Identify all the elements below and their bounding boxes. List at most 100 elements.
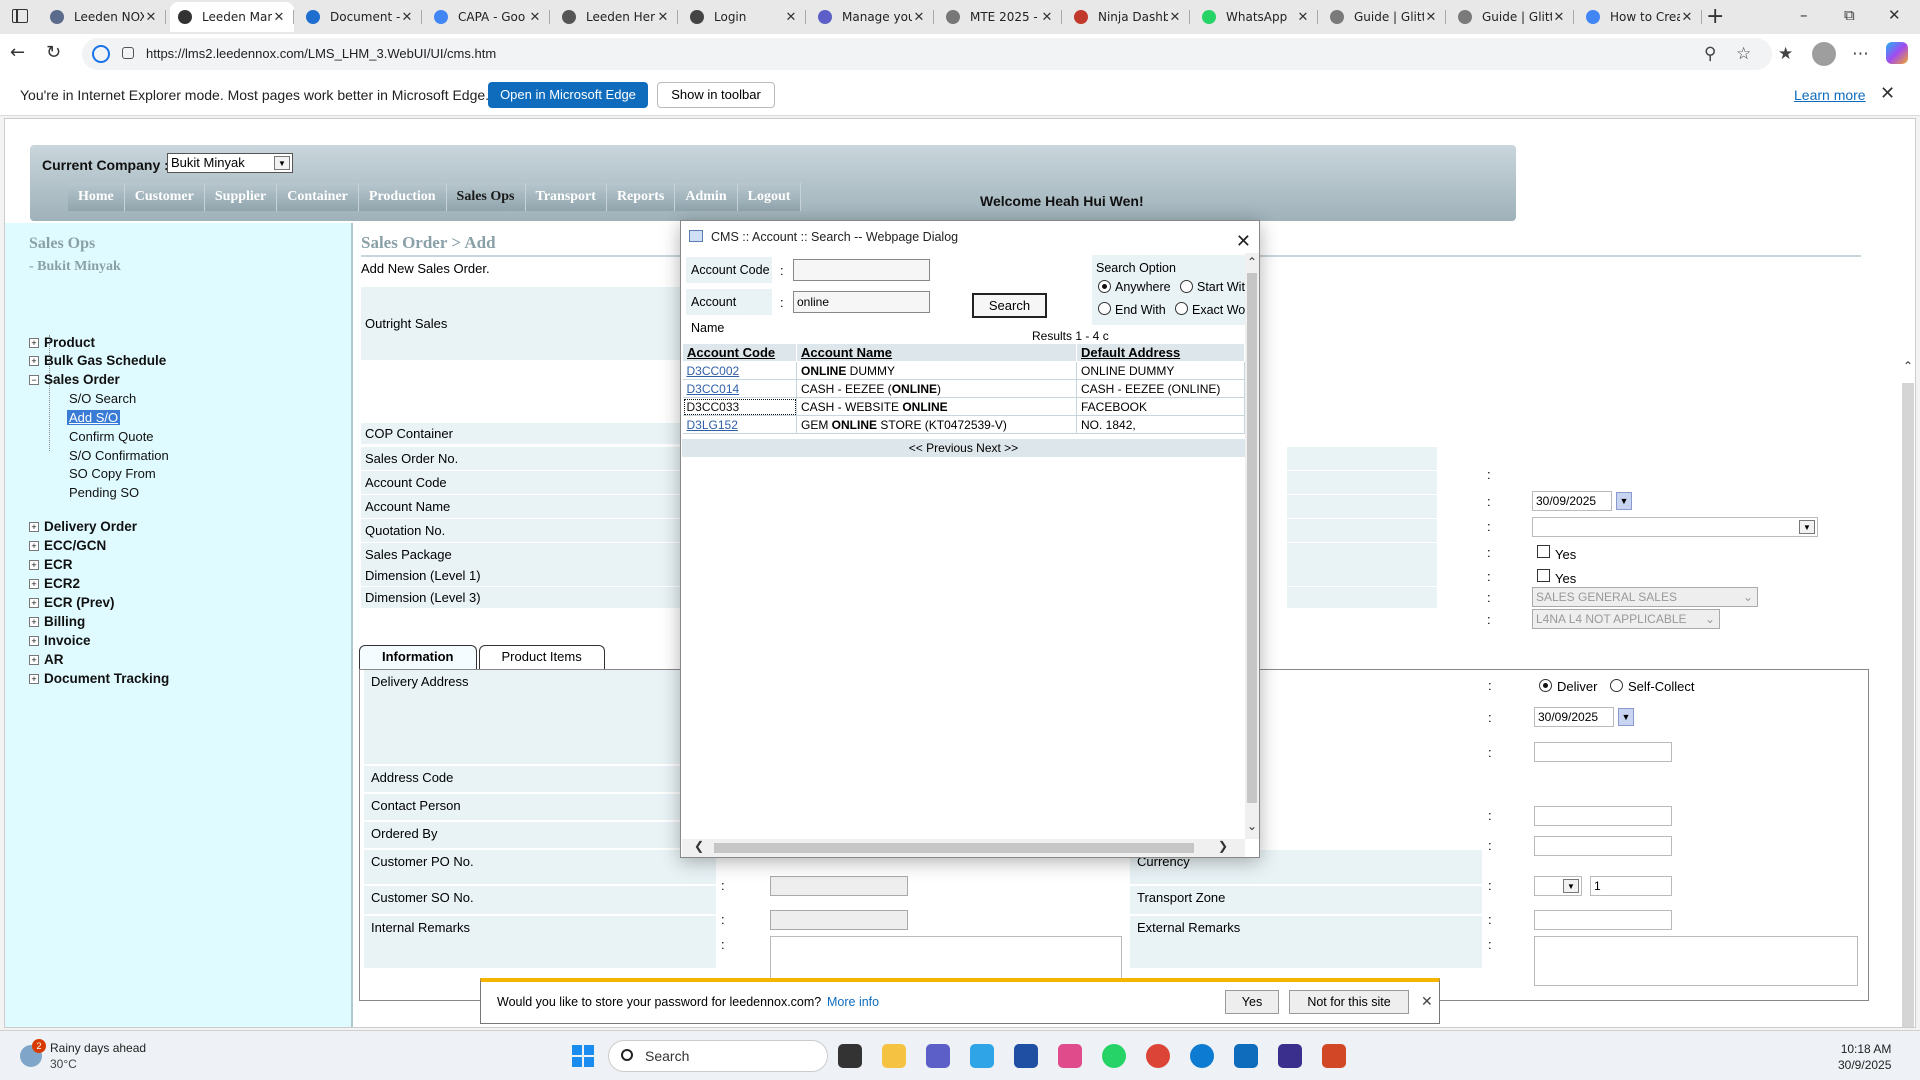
taskbar-search[interactable]: Search — [608, 1040, 828, 1072]
browser-tab[interactable]: Manage you ✕ — [810, 2, 934, 32]
start-button[interactable] — [572, 1045, 594, 1067]
dialog-horizontal-scrollbar[interactable]: ❮ ❯ — [682, 839, 1245, 857]
favorite-star-icon[interactable]: ☆ — [1736, 44, 1751, 64]
column-header-default-address[interactable]: Default Address — [1076, 343, 1245, 362]
close-tab-icon[interactable]: ✕ — [656, 10, 670, 25]
copilot-icon[interactable] — [970, 1044, 994, 1068]
company-select-value[interactable]: Bukit Minyak — [171, 155, 245, 170]
table-row[interactable]: D3CC033 CASH - WEBSITE ONLINE FACEBOOK — [682, 397, 1245, 416]
exact-word-radio[interactable] — [1175, 302, 1188, 315]
external-remarks-textarea[interactable] — [1534, 936, 1858, 986]
close-tab-icon[interactable]: ✕ — [912, 10, 926, 25]
browser-tab[interactable]: Leeden Man ✕ — [170, 2, 294, 32]
expand-icon[interactable]: + — [29, 337, 39, 348]
back-icon[interactable]: ← — [10, 42, 25, 63]
table-row[interactable]: D3CC014 CASH - EEZEE (ONLINE) CASH - EEZEE… — [682, 379, 1245, 398]
lock-icon[interactable] — [122, 47, 134, 59]
anywhere-radio[interactable] — [1098, 280, 1111, 293]
search-button[interactable]: Search — [972, 293, 1047, 318]
menu-item-container[interactable]: Container — [277, 183, 359, 211]
learn-more-link[interactable]: Learn more — [1794, 87, 1866, 103]
browser-tab-label[interactable]: Manage you — [842, 10, 912, 24]
dimension1-select[interactable]: SALES GENERAL SALES ⌄ — [1532, 587, 1758, 607]
browser-tab-label[interactable]: MTE 2025 - — [970, 10, 1040, 24]
new-tab-button[interactable]: + — [1706, 4, 1724, 29]
delivery-date-input[interactable]: 30/09/2025 — [1534, 707, 1614, 727]
scrollbar-thumb[interactable] — [714, 843, 1194, 853]
browser-tab-label[interactable]: WhatsApp — [1226, 10, 1296, 24]
browser-tab-label[interactable]: Guide | Glitt — [1482, 10, 1552, 24]
url-text[interactable]: https://lms2.leedennox.com/LMS_LHM_3.Web… — [146, 46, 496, 61]
menu-item-sales-ops[interactable]: Sales Ops — [446, 183, 526, 211]
sidebar-item-label[interactable]: ECC/GCN — [44, 538, 106, 553]
table-row[interactable]: D3LG152 GEM ONLINE STORE (KT0472539-V) NO.… — [682, 415, 1245, 434]
expand-icon[interactable]: + — [29, 635, 39, 646]
chevron-down-icon[interactable]: ▼ — [274, 156, 290, 170]
save-password-yes-button[interactable]: Yes — [1225, 990, 1279, 1014]
expand-icon[interactable]: + — [29, 578, 39, 589]
sidebar-item-label[interactable]: Sales Order — [44, 372, 120, 387]
currency-rate-input[interactable]: 1 — [1590, 876, 1672, 896]
tab-product-items[interactable]: Product Items — [478, 645, 605, 669]
collapse-icon[interactable]: − — [29, 374, 39, 385]
account-code-link[interactable]: D3CC033 — [682, 397, 797, 416]
sidebar-item-label[interactable]: Delivery Order — [44, 519, 137, 534]
calendar-dropdown-icon[interactable]: ▼ — [1616, 492, 1632, 510]
expand-icon[interactable]: + — [29, 559, 39, 570]
system-clock[interactable]: 10:18 AM 30/9/2025 — [1838, 1041, 1891, 1073]
browser-tab[interactable]: Leeden NOX ✕ — [42, 2, 166, 32]
quick-assist-icon[interactable] — [1278, 1044, 1302, 1068]
transport-zone-input[interactable] — [1534, 910, 1672, 930]
sidebar-item-label[interactable]: Document Tracking — [44, 671, 169, 686]
minimize-icon[interactable]: – — [1800, 6, 1808, 24]
company-select[interactable]: Bukit Minyak ▼ — [167, 153, 293, 173]
account-code-link[interactable]: D3CC002 — [682, 361, 797, 380]
menu-item-reports[interactable]: Reports — [606, 183, 676, 211]
order-date-input[interactable]: 30/09/2025 — [1532, 491, 1612, 511]
browser-tab-label[interactable]: Guide | Glitt — [1354, 10, 1424, 24]
browser-tab-label[interactable]: Document - — [330, 10, 400, 24]
scrollbar-thumb[interactable] — [1247, 273, 1257, 803]
expand-icon[interactable]: + — [29, 355, 39, 366]
sidebar-item[interactable]: + ECR — [29, 557, 73, 572]
close-icon[interactable]: ✕ — [1421, 993, 1433, 1010]
dimension1-value[interactable]: SALES GENERAL SALES — [1536, 590, 1677, 604]
sidebar-item-label[interactable]: AR — [44, 652, 64, 667]
column-header-account-name[interactable]: Account Name — [796, 343, 1077, 362]
menu-item-customer[interactable]: Customer — [124, 183, 205, 211]
ie-mode-icon[interactable] — [92, 45, 110, 63]
sidebar-subitem[interactable]: Add S/O — [67, 410, 121, 425]
close-window-icon[interactable]: ✕ — [1888, 6, 1901, 24]
tab-information[interactable]: Information — [359, 645, 477, 669]
sidebar-item[interactable]: + ECR (Prev) — [29, 595, 115, 610]
close-tab-icon[interactable]: ✕ — [1296, 10, 1310, 25]
sidebar-subitem[interactable]: Pending SO — [69, 485, 139, 500]
sidebar-subitem[interactable]: S/O Search — [69, 391, 136, 406]
sidebar-subitem[interactable]: S/O Confirmation — [69, 448, 169, 463]
zoom-icon[interactable]: ⚲ — [1704, 44, 1716, 64]
browser-tab-label[interactable]: How to Crea — [1610, 10, 1680, 24]
expand-icon[interactable]: + — [29, 597, 39, 608]
deliver-radio[interactable] — [1539, 679, 1552, 692]
expand-icon[interactable]: + — [29, 673, 39, 684]
tab-actions-icon[interactable] — [12, 9, 28, 23]
account-code-link[interactable]: D3LG152 — [682, 415, 797, 434]
end-with-radio[interactable] — [1098, 302, 1111, 315]
self-collect-radio[interactable] — [1610, 679, 1623, 692]
close-tab-icon[interactable]: ✕ — [528, 10, 542, 25]
close-tab-icon[interactable]: ✕ — [1680, 10, 1694, 25]
sidebar-item[interactable]: + Delivery Order — [29, 519, 137, 534]
browser-tab[interactable]: CAPA - Goo ✕ — [426, 2, 550, 32]
close-tab-icon[interactable]: ✕ — [784, 10, 798, 25]
powerpoint-icon[interactable] — [1322, 1044, 1346, 1068]
sidebar-item-label[interactable]: ECR — [44, 557, 73, 572]
sidebar-item-label[interactable]: Invoice — [44, 633, 91, 648]
browser-tab-label[interactable]: Leeden Man — [202, 10, 272, 24]
sales-package-yes-checkbox[interactable] — [1537, 569, 1550, 582]
browser-tab-label[interactable]: Leeden Her — [586, 10, 656, 24]
scrollbar-thumb[interactable] — [1902, 383, 1914, 1027]
browser-tab[interactable]: Leeden Her ✕ — [554, 2, 678, 32]
expand-icon[interactable]: + — [29, 616, 39, 627]
browser-tab-label[interactable]: Login — [714, 10, 784, 24]
open-in-edge-button[interactable]: Open in Microsoft Edge — [488, 82, 648, 108]
